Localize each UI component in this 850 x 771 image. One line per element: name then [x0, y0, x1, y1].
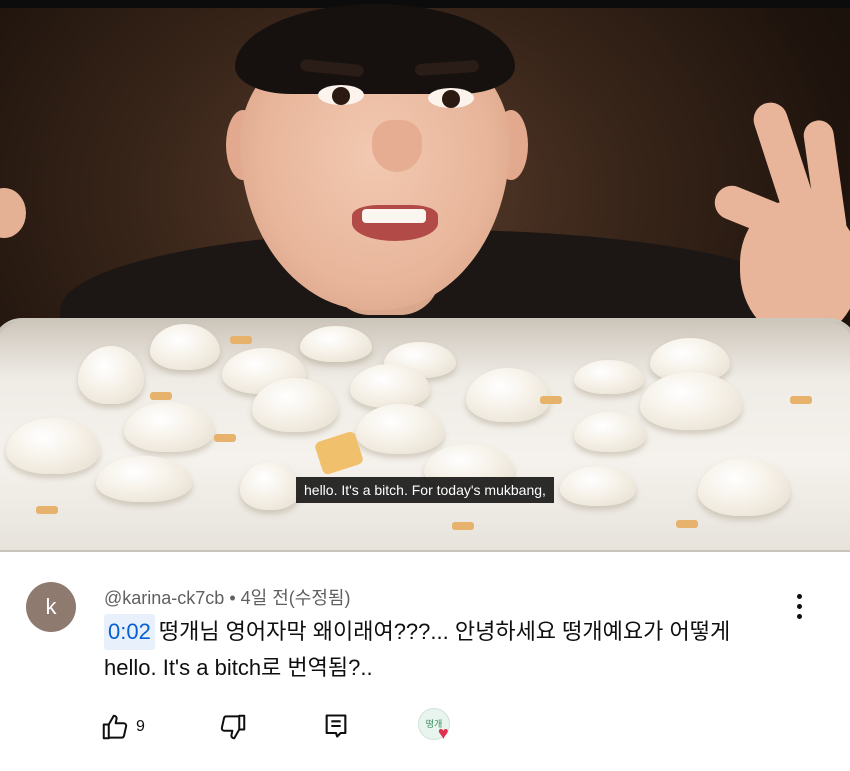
- mango-piece: [230, 336, 252, 344]
- person-hand-left: [0, 188, 26, 238]
- person-eye-left: [318, 85, 364, 105]
- comment-text: 0:02 떵개님 영어자막 왜이래여???... 안녕하세요 떵개예요가 어떻게 …: [104, 614, 824, 686]
- comment-actions: 9 떵개 ♥: [100, 708, 800, 748]
- comment-header: @karina-ck7cb • 4일 전(수정됨): [104, 584, 350, 610]
- mango-piece: [150, 392, 172, 400]
- like-count: 9: [136, 718, 145, 735]
- dislike-button[interactable]: [218, 712, 248, 742]
- mango-piece: [452, 522, 474, 530]
- ice-cream-scoop: [574, 412, 646, 452]
- comment-item: k @karina-ck7cb • 4일 전(수정됨) 0:02 떵개님 영어자막…: [0, 552, 850, 771]
- thumbs-down-icon: [220, 714, 246, 740]
- avatar[interactable]: k: [26, 582, 76, 632]
- ice-cream-scoop: [150, 324, 220, 370]
- video-top-strip: [0, 0, 850, 8]
- video-frame[interactable]: hello. It's a bitch. For today's mukbang…: [0, 0, 850, 552]
- comment-time[interactable]: 4일 전(수정됨): [241, 588, 351, 608]
- meta-separator: •: [229, 588, 236, 608]
- ice-cream-scoop: [96, 456, 192, 502]
- video-subtitle: hello. It's a bitch. For today's mukbang…: [296, 477, 554, 503]
- comment-text-line2: hello. It's a bitch로 번역됨?..: [104, 655, 373, 680]
- comment-text-line1: 떵개님 영어자막 왜이래여???... 안녕하세요 떵개예요가 어떻게: [158, 619, 731, 644]
- ice-cream-scoop: [350, 364, 430, 408]
- ice-cream-scoop: [574, 360, 644, 394]
- reply-icon: [325, 714, 347, 738]
- person-mouth: [352, 205, 438, 241]
- thumbs-up-icon: [102, 714, 128, 740]
- person-eye-right: [428, 88, 474, 108]
- mango-piece: [36, 506, 58, 514]
- like-button[interactable]: 9: [100, 712, 145, 742]
- ice-cream-scoop: [300, 326, 372, 362]
- reply-button[interactable]: [322, 712, 350, 740]
- comment-author[interactable]: @karina-ck7cb: [104, 588, 224, 608]
- mango-piece: [676, 520, 698, 528]
- timestamp-link[interactable]: 0:02: [104, 614, 155, 650]
- creator-heart-badge[interactable]: 떵개 ♥: [418, 708, 462, 748]
- person-hair: [235, 4, 515, 94]
- mango-piece: [214, 434, 236, 442]
- ice-cream-scoop: [560, 466, 636, 506]
- heart-icon: ♥: [438, 723, 449, 743]
- mango-piece: [540, 396, 562, 404]
- mango-piece: [790, 396, 812, 404]
- person-nose: [372, 120, 422, 172]
